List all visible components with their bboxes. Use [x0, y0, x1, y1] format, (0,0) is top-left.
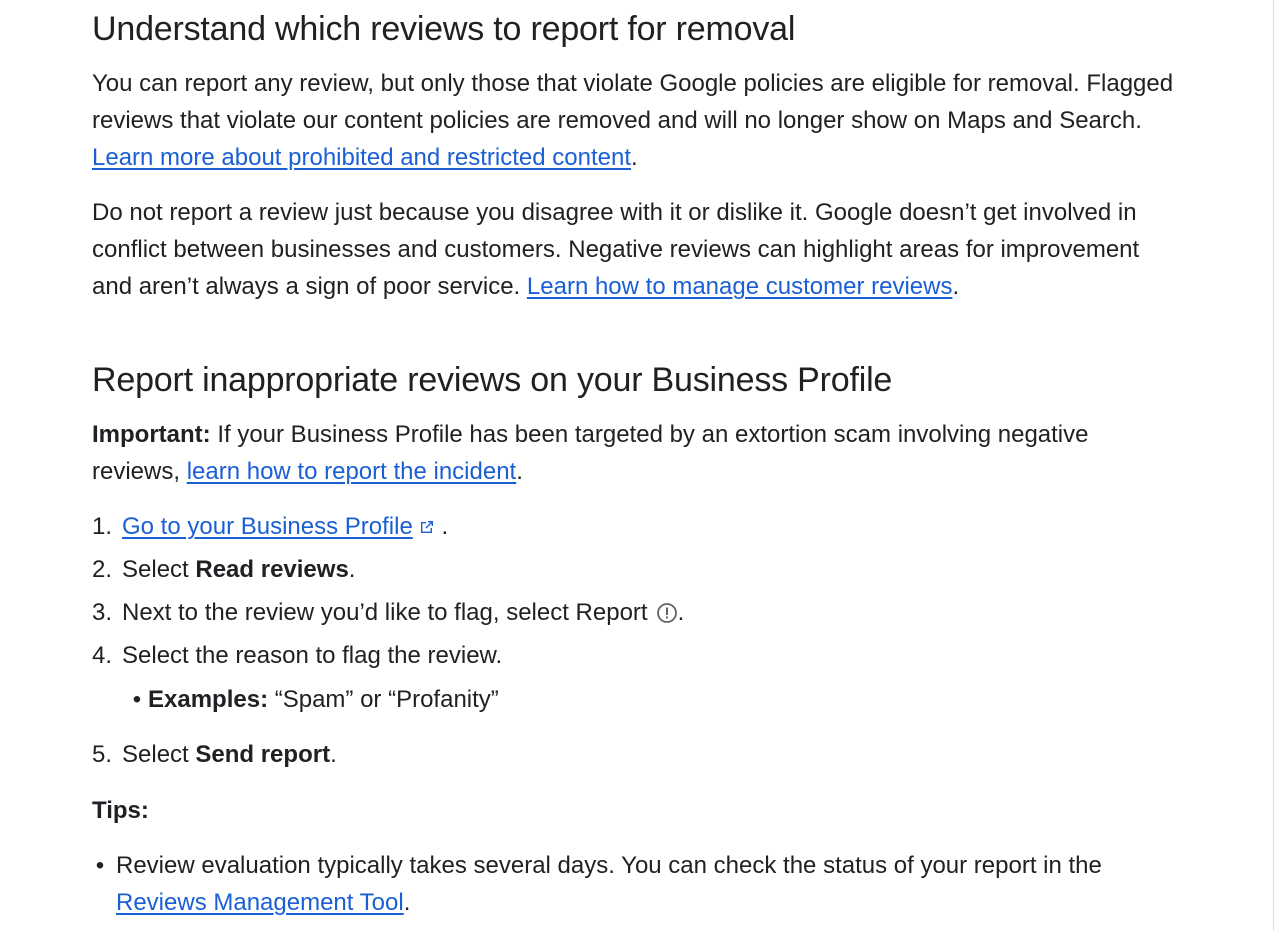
link-report-incident[interactable]: learn how to report the incident [187, 458, 517, 485]
step-3: 3. Next to the review you’d like to flag,… [92, 594, 684, 631]
step-bold-read-reviews: Read reviews [195, 556, 349, 583]
step-text: Select [122, 556, 196, 583]
examples-label: Examples: [148, 686, 269, 713]
tip-item: • Review evaluation typically takes seve… [92, 847, 1182, 921]
page-right-border [1273, 0, 1274, 931]
bullet-dot-icon: • [132, 686, 142, 713]
section-heading-understand: Understand which reviews to report for r… [92, 10, 796, 48]
step-number: 1. [92, 513, 113, 540]
step-number: 3. [92, 599, 113, 626]
link-reviews-management-tool[interactable]: Reviews Management Tool [116, 889, 404, 916]
step-text: Select [122, 741, 196, 768]
step-number: 5. [92, 741, 113, 768]
link-manage-reviews[interactable]: Learn how to manage customer reviews [527, 273, 953, 300]
link-prohibited-content[interactable]: Learn more about prohibited and restrict… [92, 144, 631, 171]
tip-body: Review evaluation typically takes severa… [116, 852, 1102, 879]
paragraph-report-eligibility: You can report any review, but only thos… [92, 70, 1174, 171]
step-bold-send-report: Send report [195, 741, 331, 768]
paragraph-do-not-report: Do not report a review just because you … [92, 199, 1140, 300]
step-1: 1. Go to your Business Profile . [92, 508, 448, 545]
link-label: Go to your Business Profile [122, 513, 413, 540]
step-5: 5. Select Send report. [92, 736, 337, 773]
section-heading-report: Report inappropriate reviews on your Bus… [92, 361, 893, 399]
step-text: Select the reason to flag the review. [122, 642, 503, 669]
step-2: 2. Select Read reviews. [92, 551, 355, 588]
examples-text: “Spam” or “Profanity” [268, 686, 499, 713]
external-link-icon [420, 521, 433, 533]
link-business-profile[interactable]: Go to your Business Profile [122, 513, 435, 540]
paragraph-text: You can report any review, but only thos… [92, 70, 1174, 134]
bullet-dot-icon: • [95, 852, 105, 879]
report-info-icon [656, 603, 677, 623]
step-number: 2. [92, 556, 113, 583]
tips-heading: Tips: [92, 792, 149, 829]
tips-label: Tips: [92, 797, 149, 824]
tip-text: Review evaluation typically takes severa… [116, 852, 1102, 916]
step-number: 4. [92, 642, 113, 669]
important-label: Important: [92, 421, 211, 448]
examples-bullet: • Examples: “Spam” or “Profanity” [126, 681, 499, 718]
step-4: 4. Select the reason to flag the review. [92, 637, 502, 674]
step-text: Next to the review you’d like to flag, s… [122, 599, 648, 626]
important-note: Important: If your Business Profile has … [92, 421, 1089, 485]
